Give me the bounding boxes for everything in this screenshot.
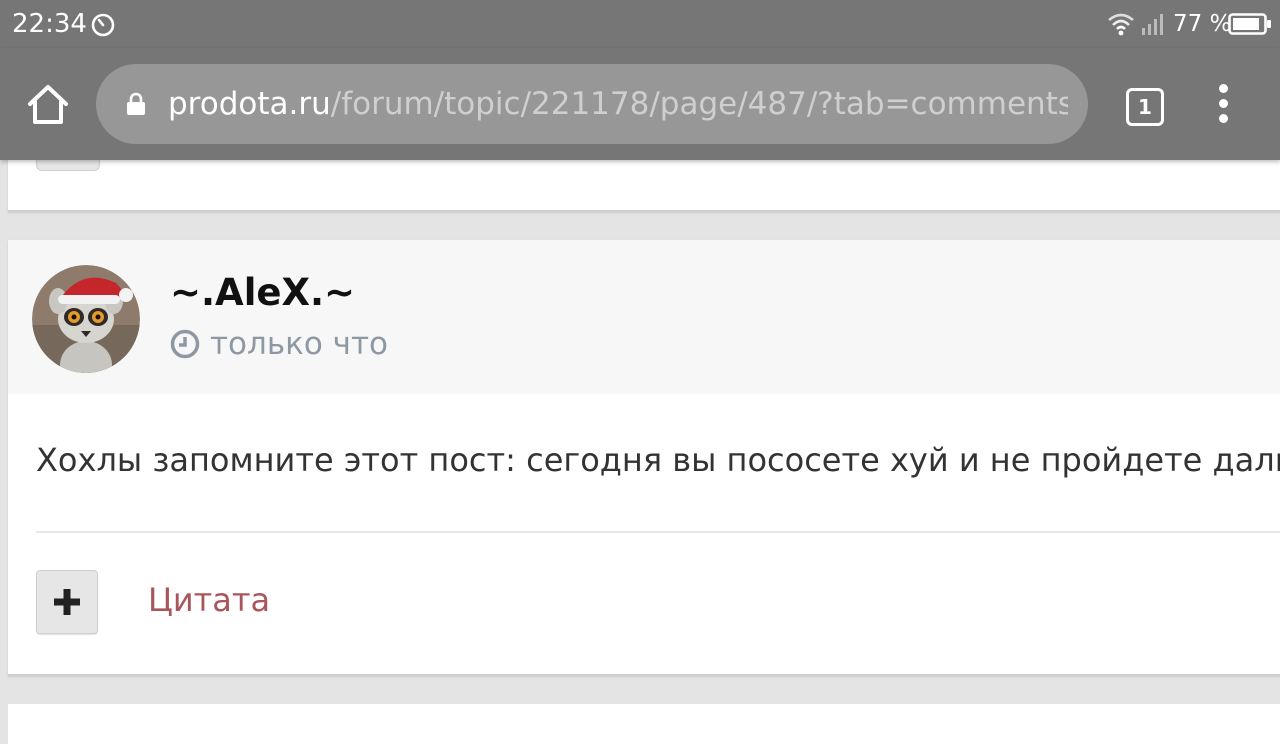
battery-icon bbox=[1228, 13, 1271, 35]
clock-icon bbox=[170, 329, 200, 359]
comment-body: Хохлы запомните этот пост: сегодня вы по… bbox=[36, 441, 1280, 479]
status-time: 22:34 bbox=[12, 9, 87, 39]
browser-toolbar: prodota.ru/forum/topic/221178/page/487/?… bbox=[0, 48, 1280, 160]
url-text[interactable]: prodota.ru/forum/topic/221178/page/487/?… bbox=[168, 86, 1068, 126]
status-bar: 22:34 77 % bbox=[0, 0, 1280, 48]
wifi-icon bbox=[1108, 13, 1134, 36]
avatar[interactable] bbox=[32, 265, 140, 373]
divider bbox=[36, 531, 1280, 533]
battery-percent: 77 % bbox=[1173, 11, 1232, 37]
url-domain: prodota.ru bbox=[168, 86, 331, 122]
signal-icon bbox=[1142, 14, 1163, 35]
plus-icon bbox=[54, 589, 80, 615]
comment-header: ~.AleX.~ только что bbox=[8, 240, 1280, 394]
comment-timestamp: только что bbox=[210, 326, 388, 362]
more-menu-icon[interactable] bbox=[1210, 84, 1238, 124]
plus-button[interactable] bbox=[36, 570, 98, 634]
address-bar[interactable]: prodota.ru/forum/topic/221178/page/487/?… bbox=[96, 64, 1088, 144]
url-path: /forum/topic/221178/page/487/?tab=commen… bbox=[330, 86, 1068, 122]
timer-icon bbox=[91, 13, 115, 37]
quote-link[interactable]: Цитата bbox=[148, 580, 270, 620]
lock-icon bbox=[127, 92, 145, 115]
home-icon[interactable] bbox=[26, 84, 70, 126]
tabs-icon[interactable]: 1 bbox=[1126, 88, 1164, 126]
next-comment-card bbox=[8, 704, 1280, 744]
comment-card: ~.AleX.~ только что Хохлы запомните этот… bbox=[8, 240, 1280, 676]
author-name[interactable]: ~.AleX.~ bbox=[170, 272, 355, 314]
